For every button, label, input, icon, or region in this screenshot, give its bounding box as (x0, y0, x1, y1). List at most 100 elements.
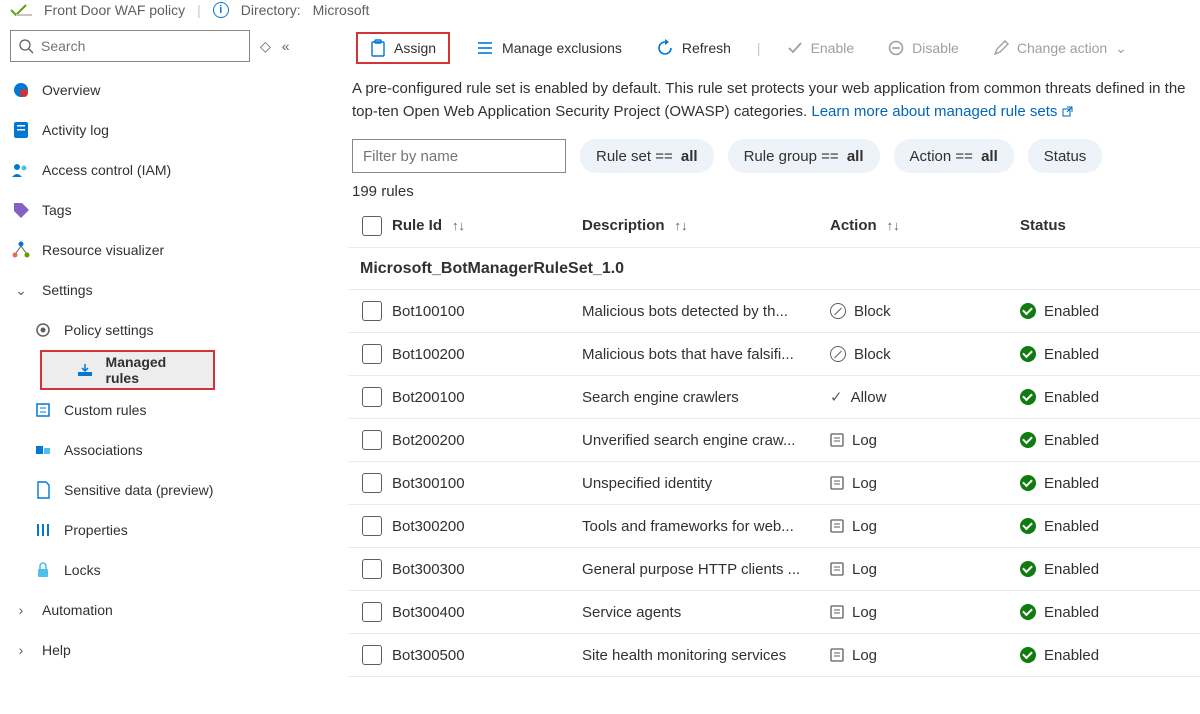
table-row[interactable]: Bot100100Malicious bots detected by th..… (348, 290, 1200, 333)
cell-description: Tools and frameworks for web... (582, 518, 830, 535)
info-icon[interactable]: i (213, 2, 229, 18)
sidebar-item-iam[interactable]: Access control (IAM) (0, 150, 340, 190)
lock-icon (34, 562, 52, 578)
row-checkbox[interactable] (362, 516, 382, 536)
search-input[interactable] (41, 38, 241, 54)
row-checkbox[interactable] (362, 473, 382, 493)
sort-icon: ↑↓ (675, 218, 688, 233)
filter-by-name-input[interactable] (352, 139, 566, 173)
select-all-checkbox[interactable] (362, 216, 382, 236)
cell-status: Enabled (1020, 432, 1196, 449)
cell-rule-id: Bot300300 (392, 561, 582, 578)
cell-action: Log (830, 647, 1020, 664)
refresh-label: Refresh (682, 40, 731, 56)
cell-rule-id: Bot300100 (392, 475, 582, 492)
table-row[interactable]: Bot100200Malicious bots that have falsif… (348, 333, 1200, 376)
refresh-button[interactable]: Refresh (648, 32, 739, 64)
tag-icon (12, 201, 30, 219)
search-icon (19, 39, 33, 53)
sidebar-item-tags[interactable]: Tags (0, 190, 340, 230)
table-row[interactable]: Bot300400Service agentsLogEnabled (348, 591, 1200, 634)
sidebar-item-label: Associations (64, 442, 143, 458)
custom-rules-icon (34, 402, 52, 418)
sidebar-item-associations[interactable]: Associations (0, 430, 340, 470)
sidebar-item-locks[interactable]: Locks (0, 550, 340, 590)
page-header: Front Door WAF policy | i Directory: Mic… (0, 0, 1200, 24)
log-icon (830, 605, 844, 619)
table-row[interactable]: Bot300500Site health monitoring services… (348, 634, 1200, 677)
change-action-button: Change action ⌄ (985, 32, 1135, 64)
enabled-icon (1020, 604, 1036, 620)
chevron-right-icon: › (12, 642, 30, 658)
sidebar-group-label: Automation (42, 602, 113, 618)
expand-icon[interactable]: ◇ (260, 38, 272, 55)
row-checkbox[interactable] (362, 387, 382, 407)
column-action[interactable]: Action↑↓ (830, 217, 1020, 234)
filter-bar: Rule set == all Rule group == all Action… (348, 133, 1200, 177)
cell-rule-id: Bot200200 (392, 432, 582, 449)
sidebar-item-custom-rules[interactable]: Custom rules (0, 390, 340, 430)
column-label: Action (830, 217, 877, 234)
table-row[interactable]: Bot300100Unspecified identityLogEnabled (348, 462, 1200, 505)
filter-rule-set[interactable]: Rule set == all (580, 139, 714, 173)
sidebar-item-sensitive-data[interactable]: Sensitive data (preview) (0, 470, 340, 510)
table-row[interactable]: Bot300200Tools and frameworks for web...… (348, 505, 1200, 548)
sidebar-item-label: Custom rules (64, 402, 146, 418)
pill-value: all (681, 148, 698, 165)
column-description[interactable]: Description↑↓ (582, 217, 830, 234)
sidebar-item-properties[interactable]: Properties (0, 510, 340, 550)
enabled-icon (1020, 475, 1036, 491)
cell-rule-id: Bot300500 (392, 647, 582, 664)
enabled-icon (1020, 389, 1036, 405)
cell-action: Block (830, 346, 1020, 363)
check-pin-icon (10, 3, 32, 17)
learn-more-link[interactable]: Learn more about managed rule sets (811, 103, 1072, 120)
sidebar-item-managed-rules[interactable]: Managed rules (40, 350, 215, 390)
cell-status: Enabled (1020, 561, 1196, 578)
sidebar-item-overview[interactable]: Overview (0, 70, 340, 110)
sidebar-item-policy-settings[interactable]: Policy settings (0, 310, 340, 350)
rule-group-header[interactable]: Microsoft_BotManagerRuleSet_1.0 (348, 248, 1200, 290)
manage-exclusions-button[interactable]: Manage exclusions (468, 32, 630, 64)
assign-button[interactable]: Assign (356, 32, 450, 64)
cell-status: Enabled (1020, 647, 1196, 664)
sidebar-group-automation[interactable]: › Automation (0, 590, 340, 630)
cell-rule-id: Bot200100 (392, 389, 582, 406)
cell-rule-id: Bot300400 (392, 604, 582, 621)
row-checkbox[interactable] (362, 344, 382, 364)
cell-rule-id: Bot100200 (392, 346, 582, 363)
sidebar-item-label: Resource visualizer (42, 242, 164, 258)
cell-description: Malicious bots that have falsifi... (582, 346, 830, 363)
column-rule-id[interactable]: Rule Id↑↓ (392, 217, 582, 234)
cell-action: Log (830, 432, 1020, 449)
filter-rule-group[interactable]: Rule group == all (728, 139, 880, 173)
sidebar-group-help[interactable]: › Help (0, 630, 340, 670)
row-checkbox[interactable] (362, 301, 382, 321)
filter-action[interactable]: Action == all (894, 139, 1014, 173)
enabled-icon (1020, 346, 1036, 362)
collapse-sidebar-icon[interactable]: « (282, 38, 290, 54)
sidebar-item-activity-log[interactable]: Activity log (0, 110, 340, 150)
disable-button: Disable (880, 32, 967, 64)
sidebar-item-label: Activity log (42, 122, 109, 138)
sidebar-item-label: Overview (42, 82, 100, 98)
filter-status[interactable]: Status (1028, 139, 1103, 173)
sidebar-search[interactable] (10, 30, 250, 62)
sidebar-item-label: Policy settings (64, 322, 153, 338)
table-row[interactable]: Bot200200Unverified search engine craw..… (348, 419, 1200, 462)
cell-action: Log (830, 518, 1020, 535)
sidebar-item-visualizer[interactable]: Resource visualizer (0, 230, 340, 270)
cell-action: Log (830, 475, 1020, 492)
cell-status: Enabled (1020, 475, 1196, 492)
column-status[interactable]: Status (1020, 217, 1196, 234)
row-checkbox[interactable] (362, 430, 382, 450)
row-checkbox[interactable] (362, 602, 382, 622)
table-row[interactable]: Bot200100Search engine crawlers✓AllowEna… (348, 376, 1200, 419)
visualizer-icon (12, 241, 30, 259)
sidebar-item-label: Tags (42, 202, 72, 218)
cell-rule-id: Bot100100 (392, 303, 582, 320)
sidebar-group-settings[interactable]: ⌄ Settings (0, 270, 340, 310)
table-row[interactable]: Bot300300General purpose HTTP clients ..… (348, 548, 1200, 591)
row-checkbox[interactable] (362, 559, 382, 579)
row-checkbox[interactable] (362, 645, 382, 665)
